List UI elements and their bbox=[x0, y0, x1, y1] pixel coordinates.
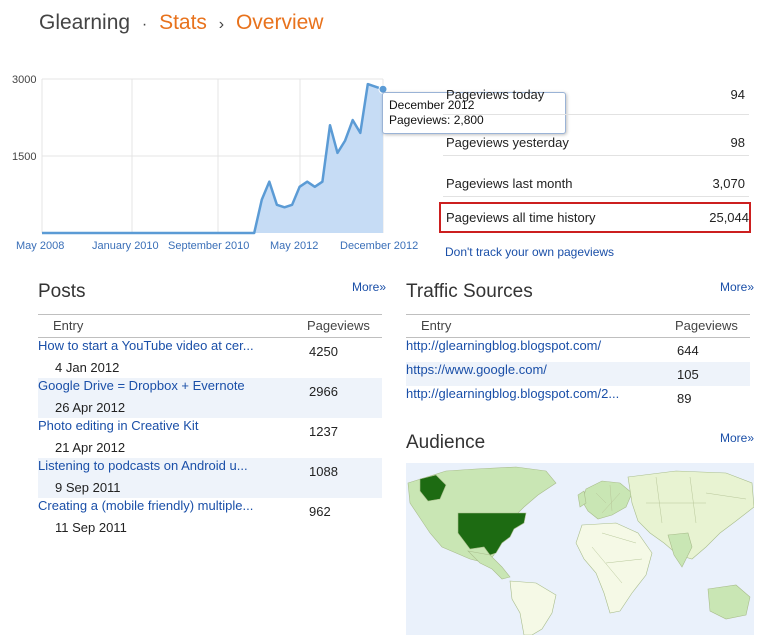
post-date: 26 Apr 2012 bbox=[55, 400, 126, 415]
dont-track-link[interactable]: Don't track your own pageviews bbox=[445, 245, 614, 259]
breadcrumb-stats-link[interactable]: Stats bbox=[159, 11, 207, 34]
x-tick-label: January 2010 bbox=[92, 240, 159, 252]
stat-today-value: 94 bbox=[730, 87, 745, 102]
traffic-source-link[interactable]: http://glearningblog.blogspot.com/ bbox=[406, 338, 601, 353]
pageviews-area bbox=[42, 84, 383, 233]
posts-more-link[interactable]: More» bbox=[352, 280, 386, 294]
table-row: Google Drive = Dropbox + Evernote 26 Apr… bbox=[38, 378, 382, 418]
chevron-right-icon: › bbox=[218, 16, 225, 33]
breadcrumb-overview: Overview bbox=[235, 11, 324, 34]
stat-yesterday-value: 98 bbox=[730, 135, 745, 150]
audience-title: Audience bbox=[406, 432, 486, 453]
posts-title: Posts bbox=[38, 281, 86, 302]
table-row: Listening to podcasts on Android u... 9 … bbox=[38, 458, 382, 498]
traffic-more-link[interactable]: More» bbox=[720, 280, 754, 294]
table-row: Photo editing in Creative Kit 21 Apr 201… bbox=[38, 418, 382, 458]
x-tick-label: May 2008 bbox=[16, 240, 64, 252]
table-row: https://www.google.com/ 105 bbox=[406, 362, 750, 386]
traffic-pageviews: 644 bbox=[677, 343, 699, 358]
stat-last-month-value: 3,070 bbox=[712, 176, 745, 191]
stat-all-time: Pageviews all time history 25,044 bbox=[439, 202, 751, 233]
traffic-source-link[interactable]: https://www.google.com/ bbox=[406, 362, 547, 377]
stat-last-month-label: Pageviews last month bbox=[446, 176, 573, 191]
posts-table-header: Entry Pageviews bbox=[38, 314, 382, 338]
pageview-summary: Pageviews today 94 Pageviews yesterday 9… bbox=[439, 74, 751, 233]
post-date: 4 Jan 2012 bbox=[55, 360, 120, 375]
traffic-table-header: Entry Pageviews bbox=[406, 314, 750, 338]
x-tick-label: May 2012 bbox=[270, 240, 318, 252]
pageviews-chart[interactable]: 3000 1500 May 2008 January 2010 September 20… bbox=[0, 64, 430, 264]
pageviews-chart-svg[interactable]: 3000 1500 May 2008 January 2010 September 20… bbox=[0, 64, 430, 264]
post-pageviews: 962 bbox=[309, 504, 331, 519]
x-tick-label: September 2010 bbox=[168, 240, 249, 252]
traffic-pageviews: 89 bbox=[677, 391, 692, 406]
traffic-pageviews: 105 bbox=[677, 367, 699, 382]
audience-world-map[interactable] bbox=[406, 463, 754, 635]
post-date: 9 Sep 2011 bbox=[55, 480, 121, 495]
post-pageviews: 2966 bbox=[309, 384, 338, 399]
blog-name: Glearning bbox=[39, 11, 131, 34]
post-title-link[interactable]: Listening to podcasts on Android u... bbox=[38, 458, 248, 473]
stat-all-time-value: 25,044 bbox=[709, 210, 749, 225]
traffic-source-link[interactable]: http://glearningblog.blogspot.com/2... bbox=[406, 386, 619, 401]
table-row: http://glearningblog.blogspot.com/ 644 bbox=[406, 338, 750, 362]
post-title-link[interactable]: Photo editing in Creative Kit bbox=[38, 418, 198, 433]
breadcrumb-separator: · bbox=[141, 16, 148, 33]
traffic-sources-title: Traffic Sources bbox=[406, 281, 533, 302]
y-tick-label: 1500 bbox=[12, 151, 36, 163]
post-title-link[interactable]: Creating a (mobile friendly) multiple... bbox=[38, 498, 253, 513]
post-date: 21 Apr 2012 bbox=[55, 440, 126, 455]
post-pageviews: 1088 bbox=[309, 464, 338, 479]
traffic-col-pageviews: Pageviews bbox=[675, 318, 738, 333]
traffic-sources-table: Entry Pageviews http://glearningblog.blo… bbox=[406, 314, 750, 410]
post-pageviews: 1237 bbox=[309, 424, 338, 439]
posts-col-pageviews: Pageviews bbox=[307, 318, 370, 333]
audience-more-link[interactable]: More» bbox=[720, 431, 754, 445]
table-row: How to start a YouTube video at cer... 4… bbox=[38, 338, 382, 378]
breadcrumb: Glearning · Stats › Overview bbox=[39, 11, 323, 35]
stat-last-month: Pageviews last month 3,070 bbox=[443, 156, 749, 197]
posts-col-entry: Entry bbox=[53, 318, 84, 333]
stat-yesterday: Pageviews yesterday 98 bbox=[443, 115, 749, 156]
traffic-col-entry: Entry bbox=[421, 318, 452, 333]
table-row: http://glearningblog.blogspot.com/2... 8… bbox=[406, 386, 750, 410]
y-tick-label: 3000 bbox=[12, 74, 36, 86]
stat-today: Pageviews today 94 bbox=[443, 74, 749, 115]
post-date: 11 Sep 2011 bbox=[55, 520, 127, 535]
table-row: Creating a (mobile friendly) multiple...… bbox=[38, 498, 382, 538]
posts-table: Entry Pageviews How to start a YouTube v… bbox=[38, 314, 382, 538]
stat-today-label: Pageviews today bbox=[446, 87, 545, 102]
post-title-link[interactable]: How to start a YouTube video at cer... bbox=[38, 338, 254, 353]
post-title-link[interactable]: Google Drive = Dropbox + Evernote bbox=[38, 378, 245, 393]
stat-yesterday-label: Pageviews yesterday bbox=[446, 135, 569, 150]
post-pageviews: 4250 bbox=[309, 344, 338, 359]
x-tick-label: December 2012 bbox=[340, 240, 418, 252]
stat-all-time-label: Pageviews all time history bbox=[446, 210, 596, 225]
